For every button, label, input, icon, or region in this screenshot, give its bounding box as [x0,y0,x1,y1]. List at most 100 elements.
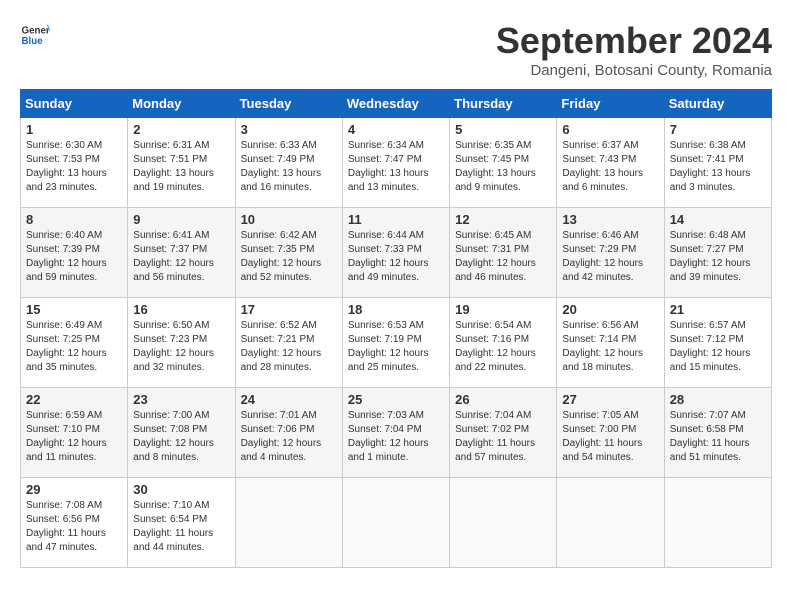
day-number: 1 [26,122,122,137]
day-info: Sunrise: 6:53 AMSunset: 7:19 PMDaylight:… [348,319,444,375]
day-info: Sunrise: 7:05 AMSunset: 7:00 PMDaylight:… [562,409,658,465]
day-info: Sunrise: 6:52 AMSunset: 7:21 PMDaylight:… [241,319,337,375]
day-number: 28 [670,392,766,407]
day-number: 18 [348,302,444,317]
day-info: Sunrise: 6:41 AMSunset: 7:37 PMDaylight:… [133,229,229,285]
day-number: 12 [455,212,551,227]
calendar-cell: 17 Sunrise: 6:52 AMSunset: 7:21 PMDayligh… [235,298,342,388]
day-number: 21 [670,302,766,317]
calendar-cell: 12 Sunrise: 6:45 AMSunset: 7:31 PMDayligh… [450,208,557,298]
calendar-cell: 9 Sunrise: 6:41 AMSunset: 7:37 PMDaylight… [128,208,235,298]
day-info: Sunrise: 6:35 AMSunset: 7:45 PMDaylight:… [455,139,551,195]
day-number: 16 [133,302,229,317]
day-number: 30 [133,482,229,497]
calendar-cell: 4 Sunrise: 6:34 AMSunset: 7:47 PMDaylight… [342,118,449,208]
day-number: 20 [562,302,658,317]
weekday-header-monday: Monday [128,90,235,118]
calendar-week-row-5: 29 Sunrise: 7:08 AMSunset: 6:56 PMDayligh… [21,478,772,568]
day-number: 14 [670,212,766,227]
calendar-cell: 19 Sunrise: 6:54 AMSunset: 7:16 PMDayligh… [450,298,557,388]
month-title: September 2024 [496,20,772,62]
day-number: 27 [562,392,658,407]
day-info: Sunrise: 7:07 AMSunset: 6:58 PMDaylight:… [670,409,766,465]
day-number: 10 [241,212,337,227]
day-info: Sunrise: 6:57 AMSunset: 7:12 PMDaylight:… [670,319,766,375]
day-info: Sunrise: 6:45 AMSunset: 7:31 PMDaylight:… [455,229,551,285]
day-number: 22 [26,392,122,407]
calendar-cell: 24 Sunrise: 7:01 AMSunset: 7:06 PMDayligh… [235,388,342,478]
day-info: Sunrise: 6:34 AMSunset: 7:47 PMDaylight:… [348,139,444,195]
day-info: Sunrise: 6:46 AMSunset: 7:29 PMDaylight:… [562,229,658,285]
day-info: Sunrise: 7:04 AMSunset: 7:02 PMDaylight:… [455,409,551,465]
calendar-table: SundayMondayTuesdayWednesdayThursdayFrid… [20,89,772,568]
day-info: Sunrise: 6:59 AMSunset: 7:10 PMDaylight:… [26,409,122,465]
day-number: 24 [241,392,337,407]
calendar-cell: 3Sunrise: 6:33 AMSunset: 7:49 PMDaylight… [235,118,342,208]
calendar-cell: 10 Sunrise: 6:42 AMSunset: 7:35 PMDayligh… [235,208,342,298]
calendar-cell: 25 Sunrise: 7:03 AMSunset: 7:04 PMDayligh… [342,388,449,478]
day-number: 4 [348,122,444,137]
calendar-week-row-1: 1 Sunrise: 6:30 AMSunset: 7:53 PMDaylight… [21,118,772,208]
day-number: 15 [26,302,122,317]
calendar-cell: 1 Sunrise: 6:30 AMSunset: 7:53 PMDaylight… [21,118,128,208]
day-info: Sunrise: 7:00 AMSunset: 7:08 PMDaylight:… [133,409,229,465]
weekday-header-row: SundayMondayTuesdayWednesdayThursdayFrid… [21,90,772,118]
day-info: Sunrise: 7:03 AMSunset: 7:04 PMDaylight:… [348,409,444,465]
day-number: 29 [26,482,122,497]
day-info: Sunrise: 6:37 AMSunset: 7:43 PMDaylight:… [562,139,658,195]
day-info: Sunrise: 6:30 AMSunset: 7:53 PMDaylight:… [26,139,122,195]
calendar-cell [235,478,342,568]
day-number: 11 [348,212,444,227]
calendar-cell: 8 Sunrise: 6:40 AMSunset: 7:39 PMDaylight… [21,208,128,298]
day-info: Sunrise: 7:10 AMSunset: 6:54 PMDaylight:… [133,499,229,555]
day-info: Sunrise: 6:38 AMSunset: 7:41 PMDaylight:… [670,139,766,195]
location-subtitle: Dangeni, Botosani County, Romania [496,62,772,79]
weekday-header-sunday: Sunday [21,90,128,118]
title-block: September 2024 Dangeni, Botosani County,… [496,20,772,79]
day-number: 5 [455,122,551,137]
calendar-cell: 27 Sunrise: 7:05 AMSunset: 7:00 PMDayligh… [557,388,664,478]
weekday-header-wednesday: Wednesday [342,90,449,118]
day-info: Sunrise: 6:54 AMSunset: 7:16 PMDaylight:… [455,319,551,375]
day-info: Sunrise: 7:08 AMSunset: 6:56 PMDaylight:… [26,499,122,555]
day-info: Sunrise: 6:50 AMSunset: 7:23 PMDaylight:… [133,319,229,375]
calendar-cell: 26Sunrise: 7:04 AMSunset: 7:02 PMDayligh… [450,388,557,478]
logo: General Blue [20,20,50,50]
calendar-cell [557,478,664,568]
day-number: 13 [562,212,658,227]
day-info: Sunrise: 6:56 AMSunset: 7:14 PMDaylight:… [562,319,658,375]
day-number: 8 [26,212,122,227]
day-number: 23 [133,392,229,407]
day-info: Sunrise: 7:01 AMSunset: 7:06 PMDaylight:… [241,409,337,465]
calendar-week-row-4: 22 Sunrise: 6:59 AMSunset: 7:10 PMDayligh… [21,388,772,478]
day-number: 3 [241,122,337,137]
generalblue-logo-icon: General Blue [20,20,50,50]
day-info: Sunrise: 6:49 AMSunset: 7:25 PMDaylight:… [26,319,122,375]
calendar-cell [450,478,557,568]
calendar-cell [342,478,449,568]
calendar-cell: 2 Sunrise: 6:31 AMSunset: 7:51 PMDaylight… [128,118,235,208]
svg-text:Blue: Blue [22,36,44,47]
calendar-cell: 20 Sunrise: 6:56 AMSunset: 7:14 PMDayligh… [557,298,664,388]
calendar-cell: 16 Sunrise: 6:50 AMSunset: 7:23 PMDayligh… [128,298,235,388]
calendar-cell: 7Sunrise: 6:38 AMSunset: 7:41 PMDaylight… [664,118,771,208]
page-header: General Blue September 2024 Dangeni, Bot… [20,20,772,79]
weekday-header-saturday: Saturday [664,90,771,118]
day-number: 17 [241,302,337,317]
day-number: 6 [562,122,658,137]
day-number: 2 [133,122,229,137]
svg-text:General: General [22,26,51,37]
day-number: 25 [348,392,444,407]
calendar-cell: 15 Sunrise: 6:49 AMSunset: 7:25 PMDayligh… [21,298,128,388]
day-info: Sunrise: 6:44 AMSunset: 7:33 PMDaylight:… [348,229,444,285]
day-info: Sunrise: 6:40 AMSunset: 7:39 PMDaylight:… [26,229,122,285]
calendar-cell: 29 Sunrise: 7:08 AMSunset: 6:56 PMDayligh… [21,478,128,568]
day-number: 9 [133,212,229,227]
calendar-cell: 23 Sunrise: 7:00 AMSunset: 7:08 PMDayligh… [128,388,235,478]
calendar-cell: 22 Sunrise: 6:59 AMSunset: 7:10 PMDayligh… [21,388,128,478]
day-info: Sunrise: 6:42 AMSunset: 7:35 PMDaylight:… [241,229,337,285]
calendar-cell: 13 Sunrise: 6:46 AMSunset: 7:29 PMDayligh… [557,208,664,298]
day-number: 19 [455,302,551,317]
day-info: Sunrise: 6:31 AMSunset: 7:51 PMDaylight:… [133,139,229,195]
calendar-week-row-2: 8 Sunrise: 6:40 AMSunset: 7:39 PMDaylight… [21,208,772,298]
